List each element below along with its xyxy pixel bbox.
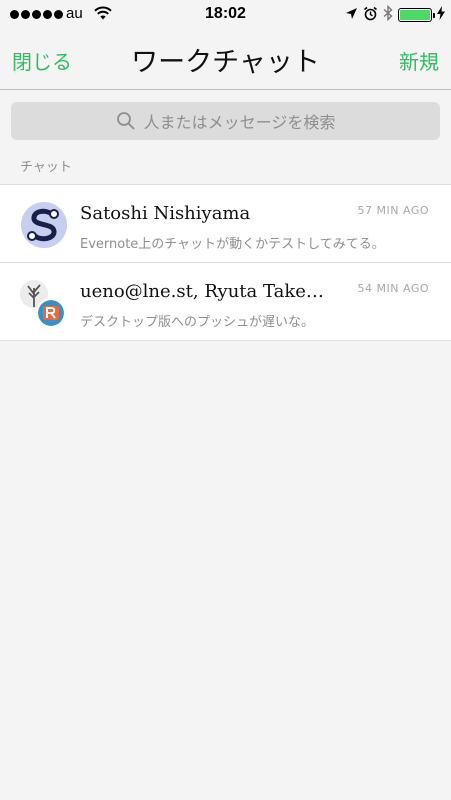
chat-list: Satoshi Nishiyama 57 MIN AGO Evernote上のチ… xyxy=(0,184,451,341)
chat-name: ueno@lne.st, Ryuta Take… xyxy=(80,281,324,302)
chat-preview: デスクトップ版へのプッシュが遅いな。 xyxy=(80,315,315,330)
list-item[interactable]: Satoshi Nishiyama 57 MIN AGO Evernote上のチ… xyxy=(0,185,451,263)
battery-level xyxy=(400,10,430,20)
new-chat-button[interactable]: 新規 xyxy=(399,46,439,75)
chat-timestamp: 57 MIN AGO xyxy=(357,204,429,217)
chat-timestamp: 54 MIN AGO xyxy=(357,282,429,295)
r-logo-avatar xyxy=(36,298,66,328)
page-title: ワークチャット xyxy=(131,47,320,78)
navigation-bar: 閉じる ワークチャット 新規 xyxy=(0,30,451,90)
group-avatar xyxy=(20,280,70,330)
chat-preview: Evernote上のチャットが動くかテストしてみてる。 xyxy=(80,237,385,252)
location-arrow-icon xyxy=(345,6,358,24)
chat-name: Satoshi Nishiyama xyxy=(80,203,251,224)
list-item[interactable]: ueno@lne.st, Ryuta Take… 54 MIN AGO デスクト… xyxy=(0,263,451,341)
battery-icon xyxy=(398,8,435,22)
status-bar: au 18:02 xyxy=(0,0,451,30)
bluetooth-icon xyxy=(383,4,393,25)
alarm-clock-icon xyxy=(363,6,378,25)
section-header-chats: チャット xyxy=(20,160,72,175)
monogram-s-avatar xyxy=(21,202,67,248)
charging-bolt-icon xyxy=(437,6,445,24)
search-input[interactable]: 人またはメッセージを検索 xyxy=(11,102,440,140)
search-placeholder: 人またはメッセージを検索 xyxy=(143,113,336,132)
search-icon xyxy=(116,112,135,130)
